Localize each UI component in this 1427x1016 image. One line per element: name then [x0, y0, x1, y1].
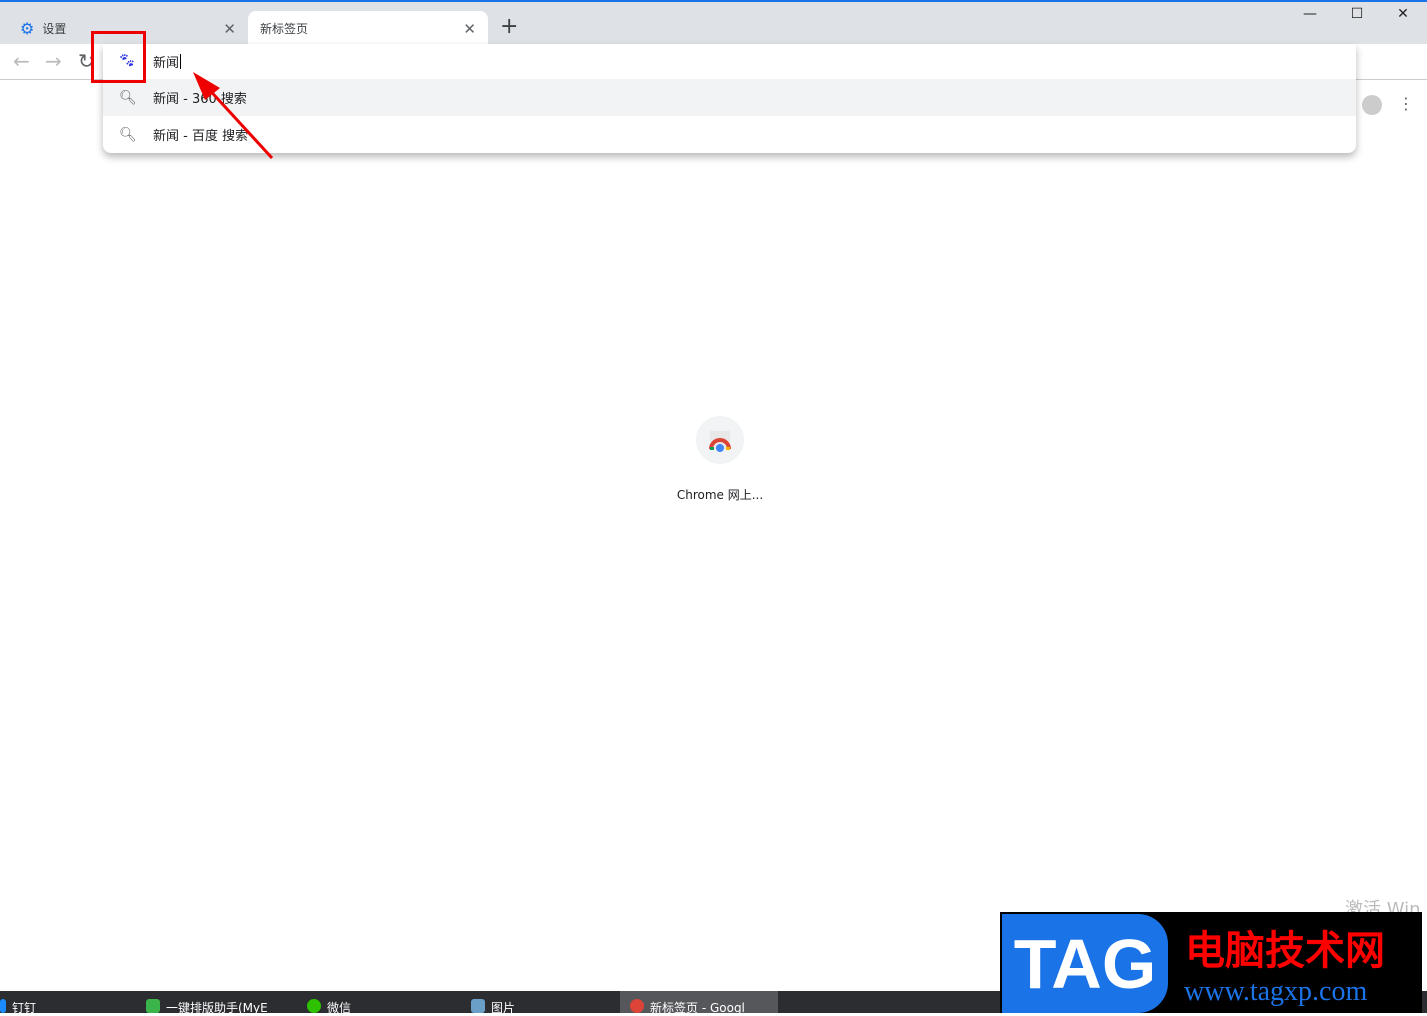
taskbar-item[interactable]: 微信	[307, 999, 351, 1016]
logo-tag: TAG	[1002, 914, 1168, 1013]
logo-url: www.tagxp.com	[1184, 976, 1368, 1007]
profile-avatar[interactable]	[1362, 95, 1382, 115]
taskbar-item[interactable]: 图片	[471, 999, 515, 1016]
new-tab-button[interactable]: +	[500, 14, 518, 39]
annotation-arrow	[193, 72, 274, 160]
menu-icon[interactable]: ⋮	[1398, 94, 1414, 113]
logo-cn: 电脑技术网	[1185, 928, 1385, 974]
minimize-button[interactable]: —	[1287, 6, 1333, 22]
taskbar-item[interactable]: 新标签页 - Googl	[620, 991, 778, 1015]
maximize-button[interactable]: ☐	[1334, 6, 1380, 22]
shortcut-tile[interactable]: Chrome 网上...	[656, 416, 784, 503]
close-icon[interactable]: ✕	[463, 20, 476, 38]
taskbar-item[interactable]: 一键排版助手(MyE	[146, 999, 268, 1016]
site-watermark-logo: TAG 电脑技术网 www.tagxp.com	[1000, 912, 1422, 1013]
taskbar-item[interactable]: 钉钉	[0, 999, 36, 1016]
close-window-button[interactable]: ✕	[1380, 6, 1426, 22]
shortcut-label: Chrome 网上...	[676, 488, 764, 502]
chrome-web-store-icon	[696, 416, 744, 464]
